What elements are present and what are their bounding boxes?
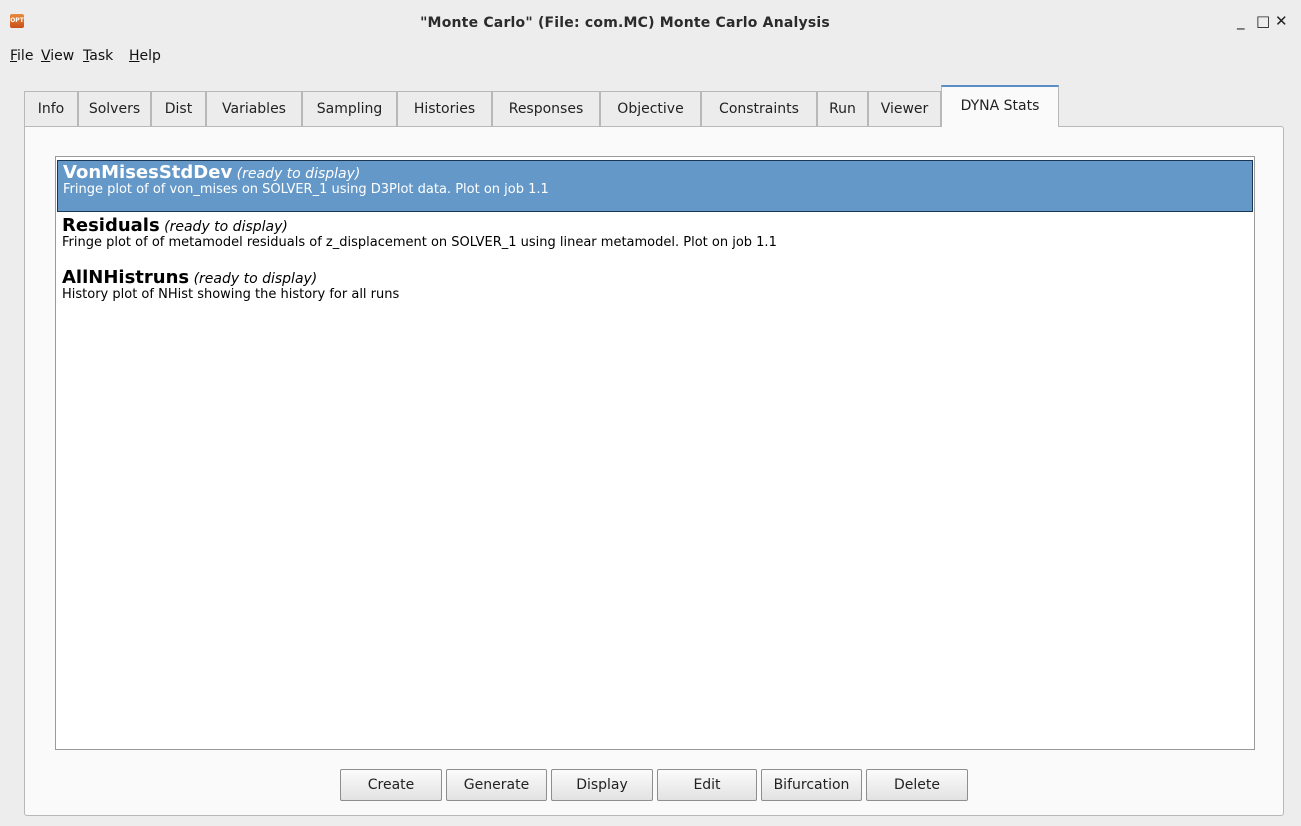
- create-button[interactable]: Create: [340, 769, 442, 801]
- tab-sampling[interactable]: Sampling: [302, 91, 397, 126]
- tab-variables[interactable]: Variables: [206, 91, 302, 126]
- menu-task[interactable]: Task: [83, 48, 113, 64]
- tab-viewer[interactable]: Viewer: [868, 91, 941, 126]
- list-item[interactable]: VonMisesStdDev (ready to display) Fringe…: [57, 160, 1253, 212]
- menu-bar: File View Task Help: [0, 44, 1301, 72]
- generate-button[interactable]: Generate: [446, 769, 547, 801]
- item-description: Fringe plot of of von_mises on SOLVER_1 …: [63, 182, 549, 197]
- tab-histories[interactable]: Histories: [397, 91, 492, 126]
- item-name: VonMisesStdDev: [63, 162, 233, 183]
- menu-file[interactable]: File: [10, 48, 33, 64]
- dyna-stats-list[interactable]: VonMisesStdDev (ready to display) Fringe…: [55, 156, 1255, 750]
- item-name: Residuals: [62, 215, 160, 236]
- minimize-icon[interactable]: _: [1237, 12, 1245, 30]
- item-status: (ready to display): [236, 166, 361, 182]
- item-description: History plot of NHist showing the histor…: [62, 287, 400, 302]
- tab-info[interactable]: Info: [24, 91, 78, 126]
- menu-help[interactable]: Help: [129, 48, 161, 64]
- item-status: (ready to display): [164, 219, 288, 235]
- tab-run[interactable]: Run: [817, 91, 868, 126]
- item-description: Fringe plot of of metamodel residuals of…: [62, 235, 777, 250]
- tab-dist[interactable]: Dist: [151, 91, 206, 126]
- display-button[interactable]: Display: [551, 769, 653, 801]
- tab-constraints[interactable]: Constraints: [701, 91, 817, 126]
- title-bar: OPT "Monte Carlo" (File: com.MC) Monte C…: [0, 0, 1301, 44]
- list-item[interactable]: AllNHistruns (ready to display) History …: [57, 267, 1253, 319]
- item-name: AllNHistruns: [62, 267, 190, 288]
- bifurcation-button[interactable]: Bifurcation: [761, 769, 862, 801]
- tab-dyna-stats[interactable]: DYNA Stats: [941, 85, 1059, 127]
- item-status: (ready to display): [193, 271, 318, 287]
- tab-responses[interactable]: Responses: [492, 91, 600, 126]
- tab-solvers[interactable]: Solvers: [78, 91, 151, 126]
- delete-button[interactable]: Delete: [866, 769, 968, 801]
- window-title: "Monte Carlo" (File: com.MC) Monte Carlo…: [420, 15, 830, 31]
- list-item[interactable]: Residuals (ready to display) Fringe plot…: [57, 215, 1253, 267]
- tab-objective[interactable]: Objective: [600, 91, 701, 126]
- close-icon[interactable]: ✕: [1275, 12, 1288, 30]
- menu-view[interactable]: View: [41, 48, 74, 64]
- maximize-icon[interactable]: □: [1256, 12, 1270, 30]
- edit-button[interactable]: Edit: [657, 769, 757, 801]
